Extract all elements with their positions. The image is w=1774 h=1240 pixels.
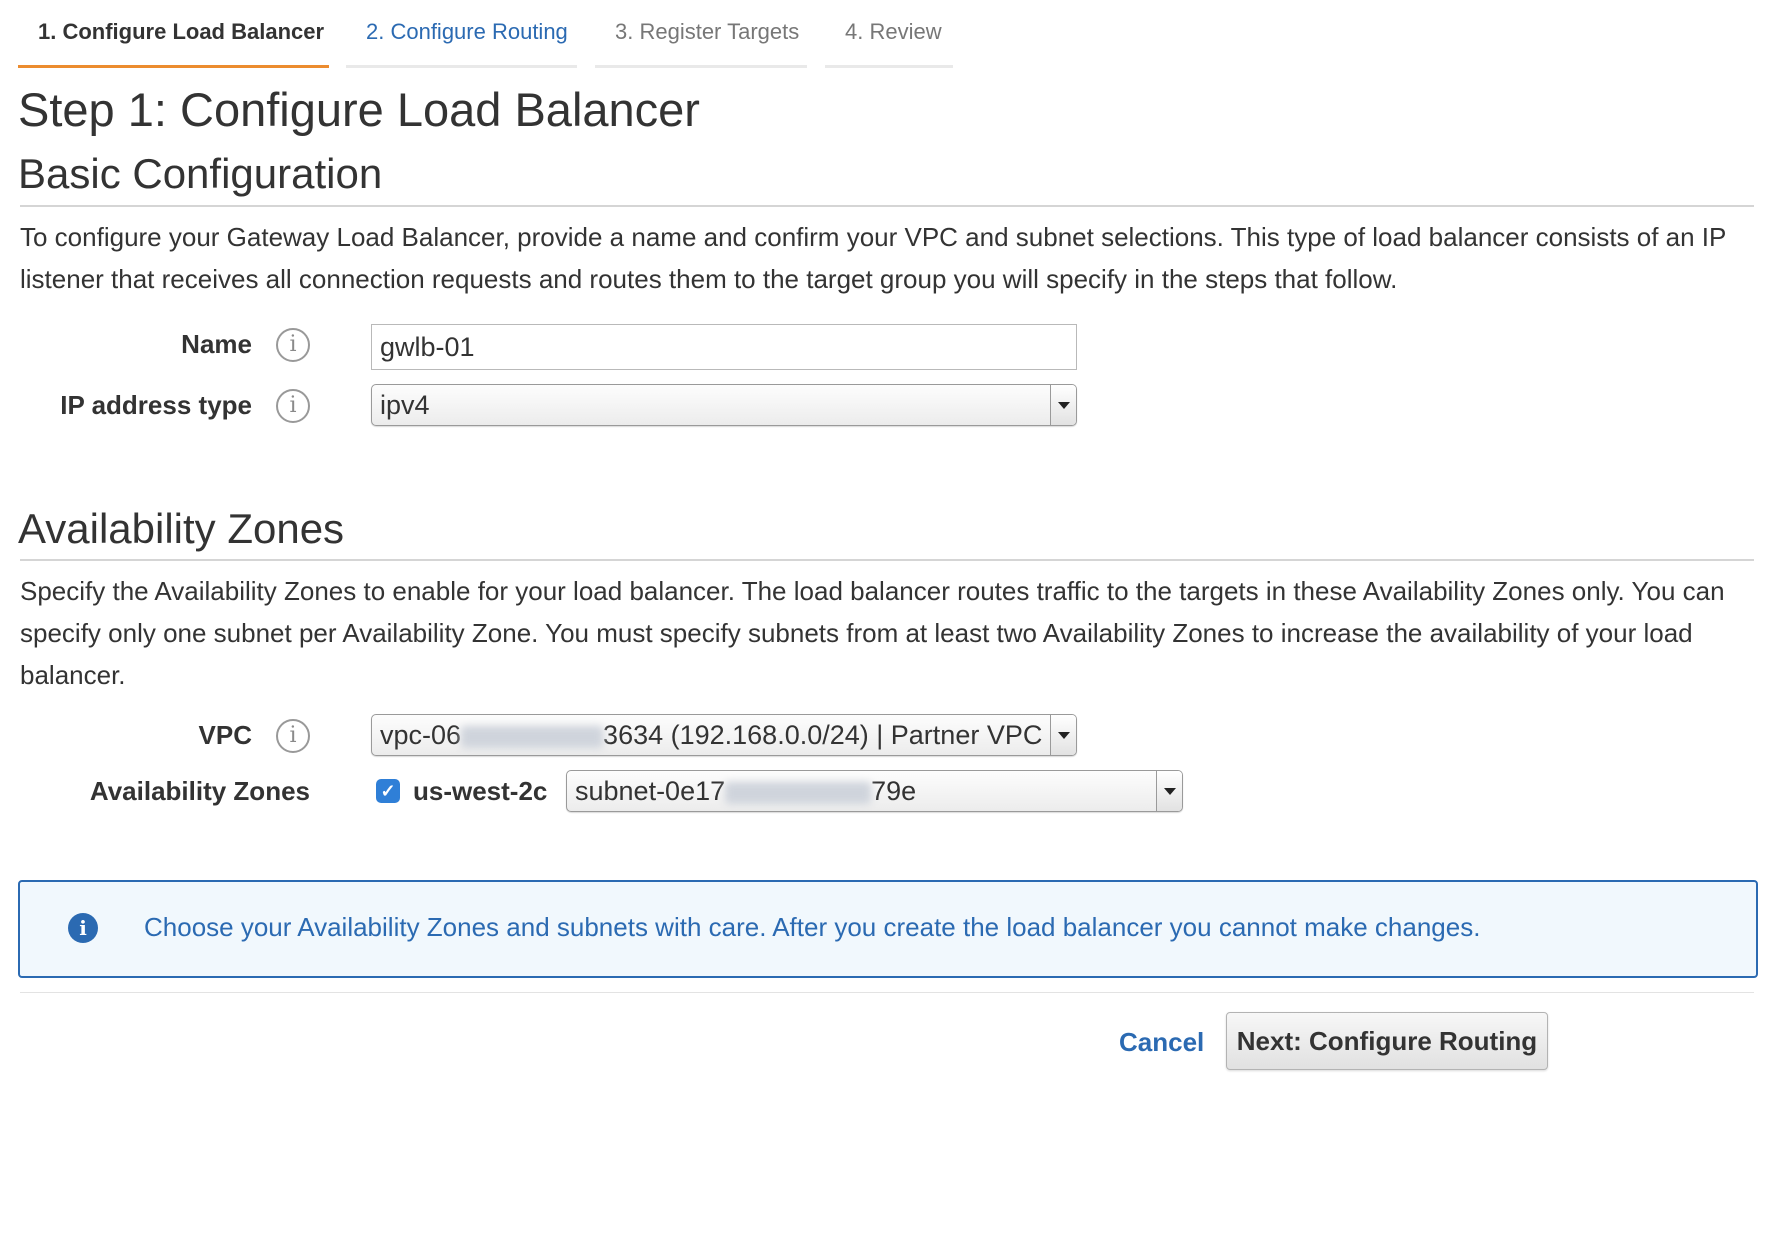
section-divider [20, 559, 1754, 561]
name-label: Name [181, 329, 252, 359]
chevron-down-icon [1050, 715, 1076, 755]
vpc-value-suffix: 3634 (192.168.0.0/24) | Partner VPC [603, 720, 1043, 750]
name-input-value: gwlb-01 [380, 332, 475, 362]
name-info-icon[interactable]: i [276, 328, 310, 362]
subnet-value-prefix: subnet-0e17 [575, 776, 726, 806]
us-west-2c-checkbox[interactable]: ✓ [376, 779, 400, 803]
subnet-select[interactable]: subnet-0e17 79e [566, 770, 1183, 812]
subnet-value-suffix: 79e [871, 776, 917, 806]
footer-divider [20, 992, 1754, 993]
info-circle-icon: i [68, 913, 98, 943]
name-input[interactable]: gwlb-01 [371, 324, 1077, 370]
chevron-down-icon [1156, 771, 1182, 811]
tab-register-targets[interactable]: 3. Register Targets [595, 18, 807, 68]
ip-address-type-value: ipv4 [380, 390, 430, 420]
tab-label: 4. Review [845, 19, 942, 44]
vpc-value-prefix: vpc-06 [380, 720, 462, 750]
vpc-select[interactable]: vpc-06 3634 (192.168.0.0/24) | Partner VP… [371, 714, 1077, 756]
ip-address-type-info-icon[interactable]: i [276, 389, 310, 423]
info-alert-text: Choose your Availability Zones and subne… [144, 912, 1481, 942]
basic-configuration-heading: Basic Configuration [18, 150, 383, 197]
page-title: Step 1: Configure Load Balancer [18, 83, 700, 136]
section-divider [20, 205, 1754, 207]
tab-review[interactable]: 4. Review [825, 18, 953, 68]
ip-address-type-label: IP address type [60, 390, 252, 420]
availability-zones-description: Specify the Availability Zones to enable… [20, 576, 1725, 690]
ip-address-type-select[interactable]: ipv4 [371, 384, 1077, 426]
basic-configuration-description: To configure your Gateway Load Balancer,… [20, 222, 1726, 294]
redacted-blur [461, 725, 604, 748]
tab-label: 2. Configure Routing [366, 19, 568, 44]
availability-zones-heading: Availability Zones [18, 505, 345, 552]
chevron-down-icon [1050, 385, 1076, 425]
tab-label: 3. Register Targets [615, 19, 800, 44]
vpc-info-icon[interactable]: i [276, 719, 310, 753]
zone-name-label: us-west-2c [413, 776, 548, 806]
availability-zones-label: Availability Zones [89, 776, 310, 806]
cancel-button[interactable]: Cancel [1119, 1027, 1204, 1058]
tab-configure-routing[interactable]: 2. Configure Routing [346, 18, 577, 68]
next-configure-routing-button[interactable]: Next: Configure Routing [1226, 1012, 1548, 1070]
redacted-blur [725, 781, 872, 804]
vpc-label: VPC [198, 720, 252, 750]
tab-label: 1. Configure Load Balancer [38, 19, 325, 44]
tab-configure-load-balancer[interactable]: 1. Configure Load Balancer [18, 18, 329, 68]
